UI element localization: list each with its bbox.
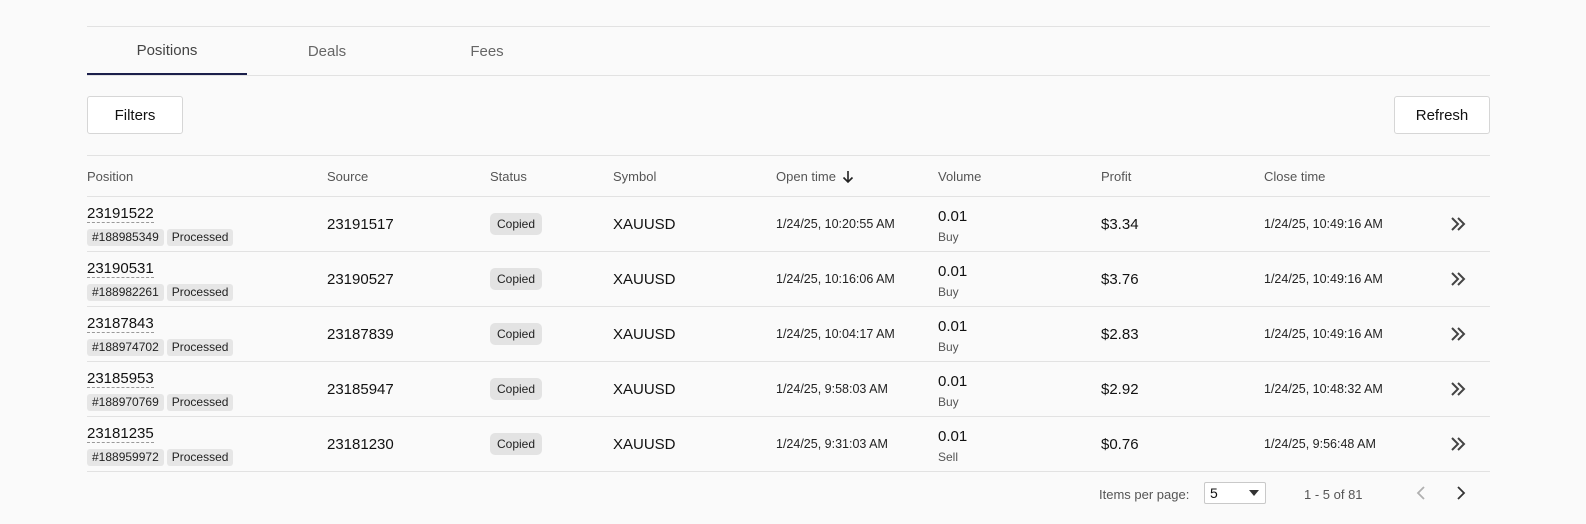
chevron-left-icon[interactable] bbox=[1413, 484, 1429, 502]
deal-id-badge: #188974702 bbox=[87, 339, 164, 356]
status-badge: Copied bbox=[490, 378, 543, 400]
position-badges: #188974702 Processed bbox=[87, 339, 234, 356]
volume: 0.01 bbox=[938, 263, 968, 280]
trade-side: Buy bbox=[938, 395, 959, 409]
deal-id-badge: #188959972 bbox=[87, 449, 164, 466]
volume: 0.01 bbox=[938, 318, 968, 335]
close-time: 1/24/25, 9:56:48 AM bbox=[1264, 437, 1376, 451]
symbol: XAUUSD bbox=[613, 436, 676, 453]
symbol: XAUUSD bbox=[613, 216, 676, 233]
double-chevron-right-icon[interactable] bbox=[1448, 435, 1468, 453]
items-per-page-select[interactable]: 5 bbox=[1204, 482, 1266, 504]
open-time: 1/24/25, 10:20:55 AM bbox=[776, 217, 895, 231]
close-time: 1/24/25, 10:48:32 AM bbox=[1264, 382, 1383, 396]
tab-bar: Positions Deals Fees bbox=[87, 27, 1490, 76]
source-id: 23185947 bbox=[327, 381, 394, 398]
symbol: XAUUSD bbox=[613, 381, 676, 398]
position-id-link[interactable]: 23181235 bbox=[87, 425, 154, 443]
double-chevron-right-icon[interactable] bbox=[1448, 380, 1468, 398]
profit: $2.83 bbox=[1101, 326, 1139, 343]
close-time: 1/24/25, 10:49:16 AM bbox=[1264, 327, 1383, 341]
pagination: Items per page: 5 1 - 5 of 81 bbox=[0, 482, 1586, 512]
column-header-volume[interactable]: Volume bbox=[938, 169, 981, 184]
processed-badge: Processed bbox=[166, 449, 234, 466]
refresh-button[interactable]: Refresh bbox=[1394, 96, 1490, 134]
position-id-link[interactable]: 23190531 bbox=[87, 260, 154, 278]
table-row[interactable]: 23181235 #188959972 Processed 23181230 Copie… bbox=[87, 417, 1490, 472]
caret-down-icon bbox=[1249, 490, 1259, 496]
open-time: 1/24/25, 9:58:03 AM bbox=[776, 382, 888, 396]
column-header-status[interactable]: Status bbox=[490, 169, 527, 184]
double-chevron-right-icon[interactable] bbox=[1448, 325, 1468, 343]
position-badges: #188959972 Processed bbox=[87, 449, 234, 466]
trade-side: Buy bbox=[938, 285, 959, 299]
source-id: 23181230 bbox=[327, 436, 394, 453]
table-row[interactable]: 23185953 #188970769 Processed 23185947 Copie… bbox=[87, 362, 1490, 417]
tab-deals[interactable]: Deals bbox=[247, 27, 407, 75]
table-row[interactable]: 23187843 #188974702 Processed 23187839 Copie… bbox=[87, 307, 1490, 362]
symbol: XAUUSD bbox=[613, 326, 676, 343]
volume: 0.01 bbox=[938, 373, 968, 390]
pagination-range: 1 - 5 of 81 bbox=[1304, 487, 1363, 502]
status-badge: Copied bbox=[490, 323, 543, 345]
position-badges: #188982261 Processed bbox=[87, 284, 234, 301]
chevron-right-icon[interactable] bbox=[1453, 484, 1469, 502]
double-chevron-right-icon[interactable] bbox=[1448, 270, 1468, 288]
trade-side: Buy bbox=[938, 340, 959, 354]
positions-table: Position Source Status Symbol Open time … bbox=[87, 155, 1490, 472]
position-id-link[interactable]: 23185953 bbox=[87, 370, 154, 388]
deal-id-badge: #188982261 bbox=[87, 284, 164, 301]
table-row[interactable]: 23191522 #188985349 Processed 23191517 Copie… bbox=[87, 197, 1490, 252]
close-time: 1/24/25, 10:49:16 AM bbox=[1264, 217, 1383, 231]
status-badge: Copied bbox=[490, 433, 543, 455]
processed-badge: Processed bbox=[166, 339, 234, 356]
processed-badge: Processed bbox=[166, 284, 234, 301]
position-badges: #188985349 Processed bbox=[87, 229, 234, 246]
status-badge: Copied bbox=[490, 268, 543, 290]
deal-id-badge: #188985349 bbox=[87, 229, 164, 246]
tab-positions[interactable]: Positions bbox=[87, 27, 247, 75]
column-header-close-time[interactable]: Close time bbox=[1264, 169, 1325, 184]
source-id: 23190527 bbox=[327, 271, 394, 288]
open-time: 1/24/25, 10:04:17 AM bbox=[776, 327, 895, 341]
table-header: Position Source Status Symbol Open time … bbox=[87, 156, 1490, 197]
trade-side: Buy bbox=[938, 230, 959, 244]
column-header-profit[interactable]: Profit bbox=[1101, 169, 1131, 184]
column-header-open-time[interactable]: Open time bbox=[776, 169, 854, 184]
items-per-page-value: 5 bbox=[1210, 485, 1218, 501]
source-id: 23191517 bbox=[327, 216, 394, 233]
filters-button[interactable]: Filters bbox=[87, 96, 183, 134]
open-time: 1/24/25, 9:31:03 AM bbox=[776, 437, 888, 451]
volume: 0.01 bbox=[938, 428, 968, 445]
close-time: 1/24/25, 10:49:16 AM bbox=[1264, 272, 1383, 286]
profit: $2.92 bbox=[1101, 381, 1139, 398]
symbol: XAUUSD bbox=[613, 271, 676, 288]
column-header-position[interactable]: Position bbox=[87, 169, 133, 184]
position-badges: #188970769 Processed bbox=[87, 394, 234, 411]
profit: $3.76 bbox=[1101, 271, 1139, 288]
tab-fees[interactable]: Fees bbox=[407, 27, 567, 75]
status-badge: Copied bbox=[490, 213, 543, 235]
column-header-source[interactable]: Source bbox=[327, 169, 368, 184]
profit: $3.34 bbox=[1101, 216, 1139, 233]
trade-side: Sell bbox=[938, 450, 959, 464]
open-time: 1/24/25, 10:16:06 AM bbox=[776, 272, 895, 286]
position-id-link[interactable]: 23187843 bbox=[87, 315, 154, 333]
table-row[interactable]: 23190531 #188982261 Processed 23190527 Copie… bbox=[87, 252, 1490, 307]
position-id-link[interactable]: 23191522 bbox=[87, 205, 154, 223]
double-chevron-right-icon[interactable] bbox=[1448, 215, 1468, 233]
arrow-down-icon bbox=[842, 170, 854, 183]
deal-id-badge: #188970769 bbox=[87, 394, 164, 411]
volume: 0.01 bbox=[938, 208, 968, 225]
processed-badge: Processed bbox=[166, 394, 234, 411]
column-header-symbol[interactable]: Symbol bbox=[613, 169, 656, 184]
table-body: 23191522 #188985349 Processed 23191517 Copie… bbox=[87, 197, 1490, 472]
profit: $0.76 bbox=[1101, 436, 1139, 453]
processed-badge: Processed bbox=[166, 229, 234, 246]
column-header-open-time-label: Open time bbox=[776, 169, 836, 184]
source-id: 23187839 bbox=[327, 326, 394, 343]
items-per-page-label: Items per page: bbox=[1099, 487, 1190, 502]
